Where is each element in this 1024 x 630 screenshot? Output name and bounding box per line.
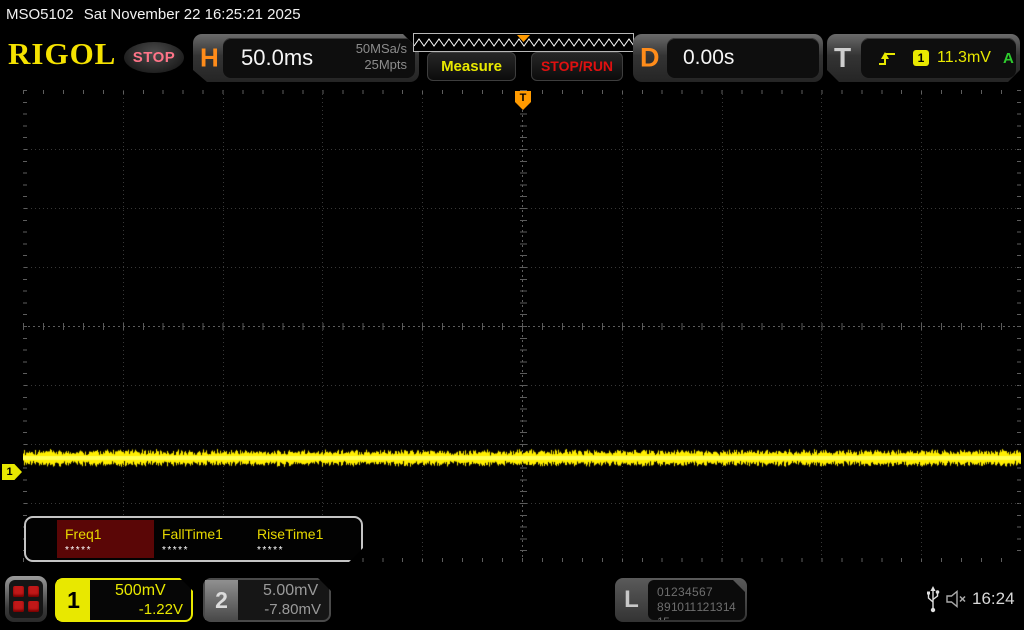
- clock: 16:24: [972, 589, 1015, 608]
- delay-label: D: [640, 42, 660, 73]
- trigger-sweep-mode: A: [1002, 49, 1014, 67]
- ch1-level-marker[interactable]: 1: [2, 464, 22, 480]
- oscilloscope-screen: MSO5102 Sat November 22 16:25:21 2025 RI…: [0, 0, 1024, 630]
- channel-1-number: 1: [57, 580, 90, 620]
- top-status-bar: MSO5102 Sat November 22 16:25:21 2025: [0, 0, 1024, 30]
- measurement-falltime1[interactable]: FallTime1 *****: [154, 520, 249, 558]
- ch1-trace: [23, 448, 1021, 468]
- channel-1-block[interactable]: 1 500mV -1.22V: [55, 578, 193, 622]
- delay-value: 0.00s: [683, 46, 735, 69]
- usb-icon: [927, 586, 940, 613]
- horizontal-label: H: [200, 42, 219, 73]
- stop-run-button[interactable]: STOP/RUN: [531, 52, 623, 81]
- trigger-level-value: 11.3mV: [937, 49, 991, 66]
- waveform-preview-strip[interactable]: [413, 33, 640, 52]
- preview-zigzag-icon: [413, 35, 640, 47]
- rigol-logo: RIGOL: [8, 36, 117, 71]
- center-horizontal-ticks: [23, 323, 1021, 330]
- channel-2-number: 2: [205, 580, 238, 620]
- trigger-position-marker[interactable]: T: [515, 91, 531, 110]
- trigger-source-badge: 1: [913, 50, 929, 66]
- sample-rate: 50MSa/s: [355, 41, 407, 56]
- timebase-value: 50.0ms: [241, 45, 314, 70]
- logic-channels-row2: 8 9 10 11 12 13 14 15: [657, 600, 736, 629]
- measure-button[interactable]: Measure: [427, 52, 516, 81]
- rising-edge-icon: [877, 50, 897, 67]
- logic-channels-row1: 0 1 2 3 4 5 6 7: [657, 585, 713, 599]
- measurement-freq1[interactable]: Freq1 *****: [57, 520, 154, 558]
- model-name: MSO5102: [6, 6, 74, 23]
- horizontal-delay[interactable]: D 0.00s: [633, 34, 823, 82]
- measurement-panel[interactable]: Freq1 ***** FallTime1 ***** RiseTime1 **…: [24, 516, 363, 562]
- graticule: T: [23, 90, 1021, 562]
- measurement-risetime1[interactable]: RiseTime1 *****: [249, 520, 353, 558]
- channel-1-scale: 500mV: [115, 582, 166, 599]
- channel-2-scale: 5.00mV: [263, 582, 319, 599]
- run-state-indicator[interactable]: STOP: [124, 42, 184, 73]
- logic-label: L: [624, 586, 639, 613]
- speaker-muted-icon[interactable]: [946, 590, 970, 608]
- datetime: Sat November 22 16:25:21 2025: [83, 6, 301, 23]
- trigger-label: T: [834, 42, 852, 73]
- horizontal-settings[interactable]: H 50.0ms 50MSa/s 25Mpts: [193, 34, 419, 82]
- grid-menu-icon: [9, 580, 43, 618]
- channel-1-offset: -1.22V: [138, 601, 183, 618]
- memory-depth: 25Mpts: [364, 57, 407, 72]
- logic-channels-block[interactable]: L 0 1 2 3 4 5 6 7 8 9 10 11 12 13 14 15: [615, 578, 747, 622]
- trigger-settings[interactable]: T 1 11.3mV A: [827, 34, 1020, 82]
- function-menu-button[interactable]: [5, 576, 47, 622]
- channel-2-block[interactable]: 2 5.00mV -7.80mV: [203, 578, 331, 622]
- channel-2-offset: -7.80mV: [264, 601, 321, 618]
